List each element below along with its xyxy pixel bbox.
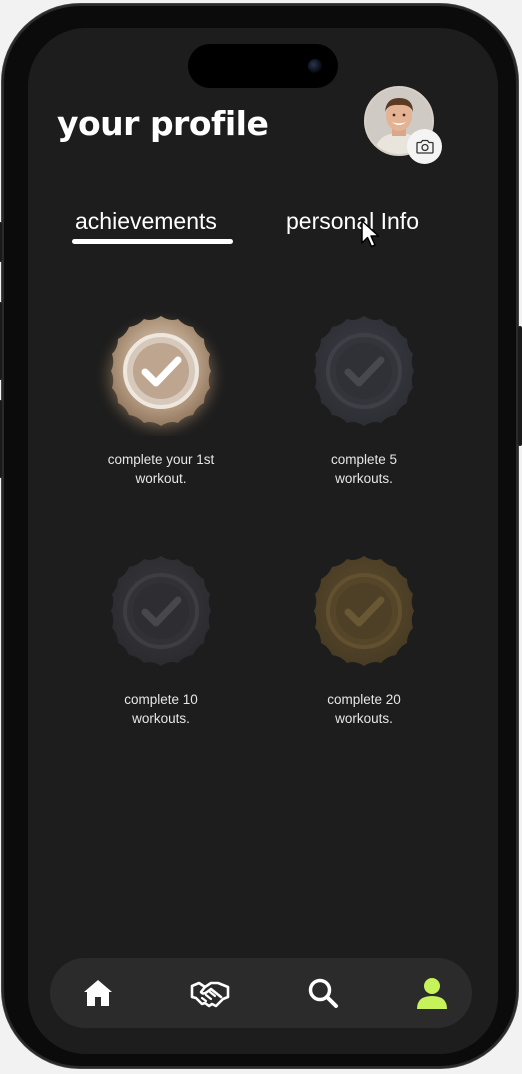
achievement-card-20-workouts[interactable]: complete 20 workouts.: [264, 546, 464, 728]
achievement-label-line2: workouts.: [335, 471, 393, 486]
active-tab-indicator: [72, 239, 233, 244]
mouse-cursor-icon: [361, 220, 380, 248]
bottom-nav-bar: [50, 958, 472, 1028]
tab-achievements[interactable]: achievements: [75, 208, 217, 235]
camera-icon: [415, 139, 434, 154]
front-camera-icon: [308, 59, 322, 73]
achievement-card-10-workouts[interactable]: complete 10 workouts.: [61, 546, 261, 728]
nav-profile[interactable]: [411, 972, 453, 1014]
achievement-label-line1: complete 5: [330, 452, 398, 467]
nav-community[interactable]: [189, 972, 231, 1014]
change-photo-button[interactable]: [407, 129, 442, 164]
achievement-card-1st-workout[interactable]: complete your 1st workout.: [61, 306, 261, 488]
phone-frame: your profile achievements personal Info: [0, 4, 522, 1068]
nav-home[interactable]: [77, 972, 119, 1014]
volume-down-button: [0, 400, 2, 478]
tab-personal-info[interactable]: personal Info: [286, 208, 419, 235]
handshake-icon: [190, 981, 230, 1008]
achievement-label-line2: workout.: [135, 471, 187, 486]
dynamic-island: [188, 44, 338, 88]
achievement-label-line2: workouts.: [132, 711, 190, 726]
power-button: [518, 326, 522, 446]
medal-check-icon: [314, 556, 414, 666]
volume-up-button: [0, 302, 2, 380]
achievement-label-line1: complete 10: [124, 692, 198, 707]
mute-switch: [0, 222, 2, 262]
screen: your profile achievements personal Info: [28, 28, 498, 1054]
achievement-card-5-workouts[interactable]: complete 5 workouts.: [264, 306, 464, 488]
medal-check-icon: [109, 316, 213, 428]
achievement-label-line1: complete 20: [327, 692, 401, 707]
profile-icon: [417, 978, 447, 1009]
nav-search[interactable]: [302, 972, 344, 1014]
page-title: your profile: [57, 104, 269, 143]
medal-check-icon: [314, 316, 414, 426]
home-icon: [84, 980, 112, 1006]
achievement-label-line2: workouts.: [335, 711, 393, 726]
achievement-label-line1: complete your 1st: [107, 452, 215, 467]
search-icon: [308, 978, 338, 1008]
medal-check-icon: [111, 556, 211, 666]
